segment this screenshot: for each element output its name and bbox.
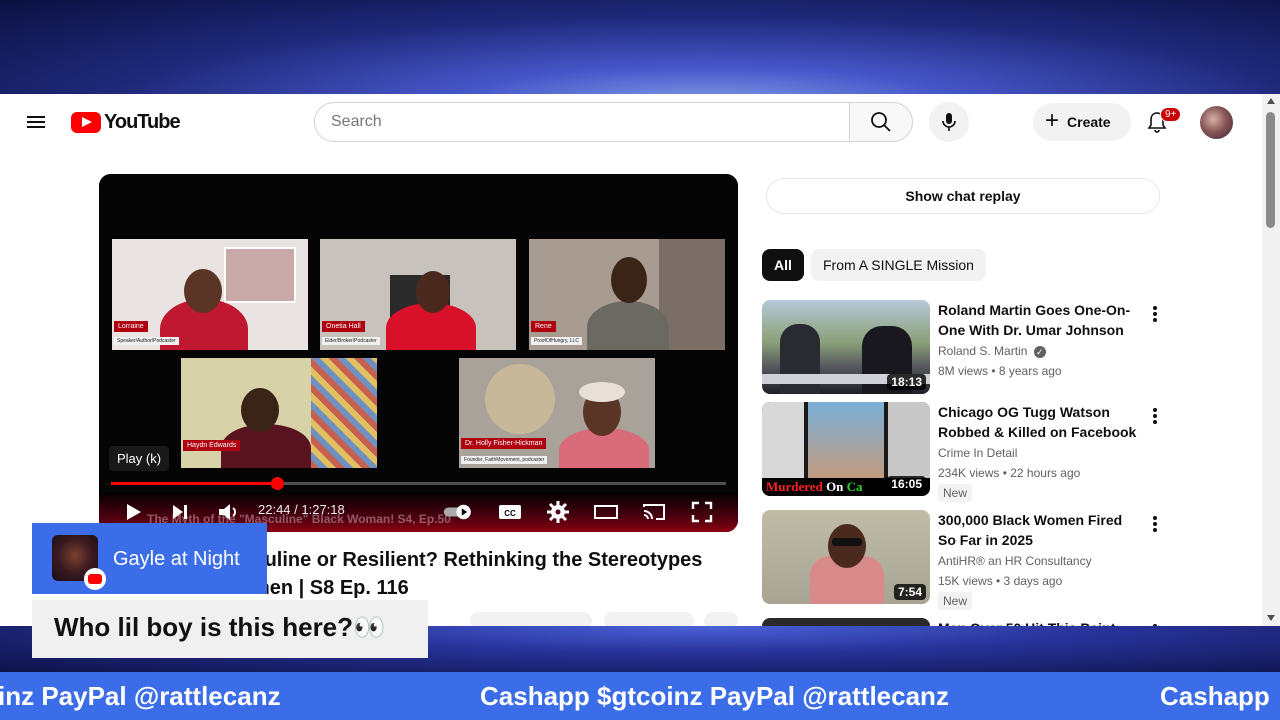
scroll-thumb[interactable]	[1266, 112, 1275, 228]
recommendation-title[interactable]: Roland Martin Goes One-On-One With Dr. U…	[938, 300, 1138, 340]
ticker-text: Cashapp $gtcoinz PayPal @rattlecanz	[480, 681, 949, 711]
video-thumbnail[interactable]	[762, 618, 930, 626]
channel-name: Roland S. Martin	[938, 344, 1028, 358]
voice-search-button[interactable]	[929, 102, 969, 142]
ticker-text-fragment-left: inz PayPal @rattlecanz	[0, 681, 281, 711]
time-display: 22:44 / 1:27:18	[258, 502, 345, 517]
featured-comment-overlay: Who lil boy is this here?👀	[32, 600, 428, 658]
recommendation-item[interactable]: 18:13 Roland Martin Goes One-On-One With…	[762, 300, 1162, 400]
recommendation-title[interactable]: Chicago OG Tugg Watson Robbed & Killed o…	[938, 402, 1138, 442]
video-duration: 7:54	[893, 584, 926, 600]
settings-gear-icon[interactable]	[544, 498, 572, 526]
search-icon	[871, 112, 891, 132]
chip-from-channel[interactable]: From A SINGLE Mission	[811, 249, 986, 281]
recommendation-title[interactable]: 300,000 Black Women Fired So Far in 2025	[938, 510, 1138, 550]
fullscreen-icon[interactable]	[688, 498, 716, 526]
progress-played	[111, 482, 278, 485]
more-actions-button[interactable]	[704, 612, 738, 626]
participant-tile-rene: Rene ProofOfHungry, LLC	[529, 239, 725, 350]
masthead: YouTube + Create 9+	[0, 94, 1262, 150]
share-button[interactable]	[604, 612, 694, 626]
participant-name: Rene	[531, 321, 556, 332]
donation-ticker: inz PayPal @rattlecanz Cashapp $gtcoinz …	[0, 672, 1280, 720]
scroll-up-arrow-icon[interactable]	[1267, 98, 1275, 104]
scrubber-handle[interactable]	[271, 477, 285, 490]
search-button[interactable]	[849, 102, 913, 142]
next-icon[interactable]	[166, 498, 194, 526]
participant-role: ProofOfHungry, LLC	[531, 337, 582, 345]
video-duration: 18:13	[887, 374, 926, 390]
participant-tile-lorraine: Lorraine Speaker/Author/Podcaster	[112, 239, 308, 350]
participant-name: Dr. Holly Fisher-Hickman	[461, 438, 547, 449]
featured-comment-text: Who lil boy is this here?👀	[54, 612, 386, 642]
chip-all[interactable]: All	[762, 249, 804, 281]
svg-text:CC: CC	[504, 509, 516, 518]
youtube-logo[interactable]: YouTube	[71, 110, 181, 133]
recommendation-channel[interactable]: AntiHR® an HR Consultancy	[938, 554, 1092, 568]
video-thumbnail[interactable]: 18:13	[762, 300, 930, 394]
recommendation-stats: 15K views • 3 days ago	[938, 574, 1063, 588]
search-input[interactable]	[314, 102, 850, 142]
recommendation-channel[interactable]: Crime In Detail	[938, 446, 1017, 460]
more-options-kebab-icon[interactable]	[1150, 406, 1160, 426]
create-label: Create	[1067, 114, 1111, 130]
notification-count-badge: 9+	[1160, 107, 1182, 122]
participant-name: Haydn Edwards	[183, 440, 241, 451]
show-chat-replay-button[interactable]: Show chat replay	[766, 178, 1160, 214]
microphone-icon	[942, 113, 956, 131]
verified-check-icon: ✓	[1033, 346, 1046, 358]
video-player[interactable]: Lorraine Speaker/Author/Podcaster Onetia…	[99, 174, 738, 532]
streamer-name: Gayle at Night	[113, 548, 240, 570]
ticker-text-fragment-right: Cashapp	[1160, 681, 1270, 711]
recommendation-stats: 8M views • 8 years ago	[938, 364, 1062, 378]
recommendation-stats: 234K views • 22 hours ago	[938, 466, 1081, 480]
cast-icon[interactable]	[640, 498, 668, 526]
recommendation-item[interactable]: Men Over 50 Hit This Point	[762, 618, 1162, 626]
account-avatar[interactable]	[1200, 106, 1233, 139]
participant-role: Speaker/Author/Podcaster	[114, 337, 179, 345]
progress-bar[interactable]	[111, 477, 726, 490]
youtube-badge-icon	[84, 568, 106, 590]
participant-role: Elder/Broker/Podcaster	[322, 337, 380, 345]
new-badge: New	[938, 484, 973, 502]
participant-tile-haydn: Haydn Edwards	[181, 358, 377, 468]
stream-top-background	[0, 0, 1280, 94]
recommendation-item[interactable]: Murdered On Ca 16:05 Chicago OG Tugg Wat…	[762, 402, 1162, 502]
captions-icon[interactable]: CC	[496, 498, 524, 526]
play-tooltip: Play (k)	[109, 446, 170, 471]
like-button[interactable]	[470, 612, 592, 626]
more-options-kebab-icon[interactable]	[1150, 304, 1160, 324]
video-duration: 16:05	[887, 476, 926, 492]
volume-icon[interactable]	[214, 498, 242, 526]
logo-text: YouTube	[104, 110, 181, 133]
participant-tile-holly: Dr. Holly Fisher-Hickman Founder, FaithM…	[459, 358, 655, 468]
youtube-play-icon	[71, 111, 101, 133]
autoplay-toggle-icon[interactable]	[442, 498, 478, 526]
play-icon[interactable]	[119, 498, 147, 526]
streamer-overlay: Gayle at Night	[32, 523, 267, 594]
more-options-kebab-icon[interactable]	[1150, 514, 1160, 534]
hamburger-menu-button[interactable]	[22, 108, 50, 136]
recommendation-item[interactable]: 7:54 300,000 Black Women Fired So Far in…	[762, 510, 1162, 610]
new-badge: New	[938, 592, 973, 610]
recommendation-channel[interactable]: Roland S. Martin ✓	[938, 344, 1046, 358]
video-thumbnail[interactable]: Murdered On Ca 16:05	[762, 402, 930, 496]
participant-role: Founder, FaithMovement, podcaster	[461, 456, 548, 464]
page-scrollbar[interactable]	[1262, 94, 1280, 626]
participant-name: Lorraine	[114, 321, 148, 332]
scroll-down-arrow-icon[interactable]	[1267, 615, 1275, 621]
theater-mode-icon[interactable]	[592, 498, 620, 526]
plus-icon: +	[1045, 107, 1060, 134]
video-frame	[99, 174, 738, 532]
participant-name: Onetia Hall	[322, 321, 365, 332]
recommendation-title[interactable]: Men Over 50 Hit This Point	[938, 618, 1138, 626]
video-thumbnail[interactable]: 7:54	[762, 510, 930, 604]
participant-tile-onetia: Onetia Hall Elder/Broker/Podcaster	[320, 239, 516, 350]
create-button[interactable]: + Create	[1033, 103, 1131, 141]
